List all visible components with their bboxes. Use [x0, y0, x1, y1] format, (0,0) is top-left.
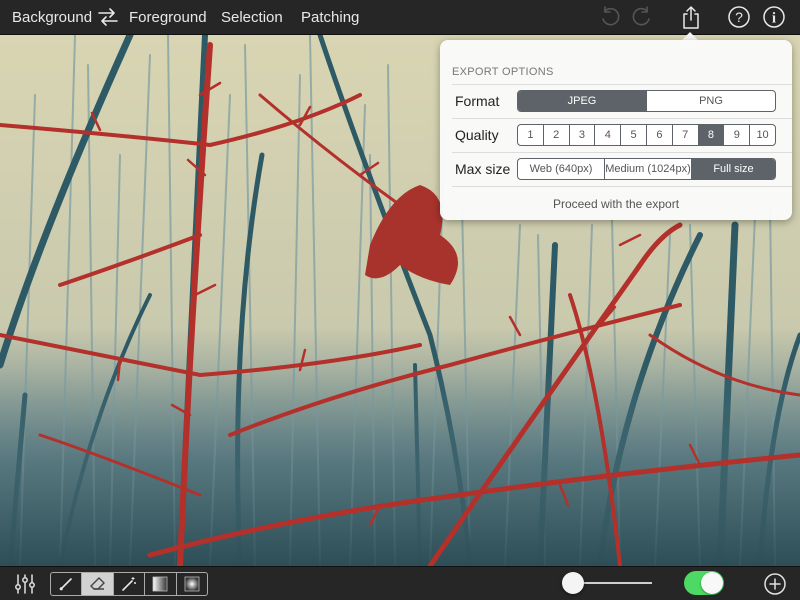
- magic-wand-icon[interactable]: [112, 573, 144, 595]
- sliders-icon[interactable]: [13, 573, 37, 600]
- quality-option-6[interactable]: 6: [645, 125, 672, 145]
- svg-text:?: ?: [735, 9, 743, 25]
- brush-size-slider-track[interactable]: [572, 582, 652, 584]
- redo-icon[interactable]: [630, 5, 654, 29]
- quality-option-5[interactable]: 5: [620, 125, 646, 145]
- nav-background[interactable]: Background: [12, 9, 92, 26]
- quality-option-2[interactable]: 2: [542, 125, 569, 145]
- toggle-knob: [701, 572, 723, 594]
- undo-icon[interactable]: [598, 5, 622, 29]
- add-icon[interactable]: [763, 572, 787, 600]
- format-segmented-control: JPEG PNG: [517, 90, 776, 112]
- quality-option-9[interactable]: 9: [723, 125, 749, 145]
- divider: [452, 152, 792, 153]
- quality-option-10[interactable]: 10: [749, 125, 775, 145]
- quality-segmented-control: 1 2 3 4 5 6 7 8 9 10: [517, 124, 776, 146]
- tool-selector: [50, 572, 208, 596]
- format-option-jpeg[interactable]: JPEG: [518, 91, 646, 111]
- divider: [452, 186, 792, 187]
- quality-option-4[interactable]: 4: [594, 125, 620, 145]
- quality-option-1[interactable]: 1: [518, 125, 543, 145]
- nav-foreground[interactable]: Foreground: [129, 9, 207, 26]
- nav-selection[interactable]: Selection: [221, 9, 283, 26]
- quality-option-3[interactable]: 3: [568, 125, 595, 145]
- top-bar: Background Foreground Selection Patching…: [0, 0, 800, 35]
- nav-patching[interactable]: Patching: [301, 9, 359, 26]
- max-size-option-full[interactable]: Full size: [691, 159, 775, 179]
- popover-title: EXPORT OPTIONS: [452, 66, 554, 78]
- format-label: Format: [455, 93, 500, 109]
- info-icon[interactable]: i: [762, 5, 786, 29]
- eraser-icon[interactable]: [81, 573, 113, 595]
- brush-size-slider-thumb[interactable]: [562, 572, 584, 594]
- bottom-toolbar: [0, 566, 800, 600]
- help-icon[interactable]: ?: [727, 5, 751, 29]
- export-options-popover: EXPORT OPTIONS Format JPEG PNG Quality 1…: [440, 40, 792, 220]
- max-size-option-medium[interactable]: Medium (1024px): [604, 159, 691, 179]
- quality-option-8[interactable]: 8: [697, 125, 724, 145]
- max-size-segmented-control: Web (640px) Medium (1024px) Full size: [517, 158, 776, 180]
- max-size-label: Max size: [455, 161, 511, 177]
- svg-text:i: i: [772, 11, 776, 27]
- brush-icon[interactable]: [51, 573, 81, 595]
- format-option-png[interactable]: PNG: [646, 91, 775, 111]
- divider: [452, 84, 792, 85]
- quality-label: Quality: [455, 127, 499, 143]
- linear-gradient-icon[interactable]: [144, 573, 175, 595]
- share-export-icon[interactable]: [679, 5, 703, 29]
- proceed-export-button[interactable]: Proceed with the export: [440, 197, 792, 211]
- radial-gradient-icon[interactable]: [175, 573, 207, 595]
- mode-toggle[interactable]: [684, 571, 724, 595]
- quality-option-7[interactable]: 7: [671, 125, 698, 145]
- divider: [452, 118, 792, 119]
- max-size-option-web[interactable]: Web (640px): [518, 159, 604, 179]
- swap-arrows-icon[interactable]: [96, 6, 120, 30]
